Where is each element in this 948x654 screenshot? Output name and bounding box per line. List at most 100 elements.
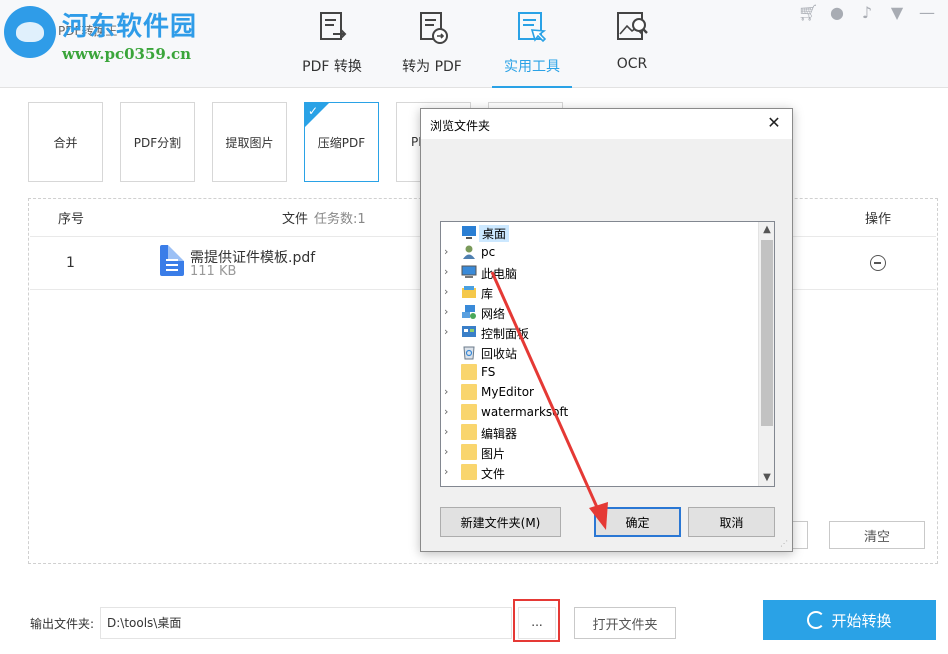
tree-item-myeditor[interactable]: › MyEditor bbox=[441, 382, 759, 402]
tree-item-control-panel[interactable]: › 控制面板 bbox=[441, 322, 759, 342]
tree-item-pictures[interactable]: › 图片 bbox=[441, 442, 759, 462]
watermark-logo: PDF转换王 河东软件园 www.pc0359.cn bbox=[4, 4, 204, 68]
file-size: 111 KB bbox=[190, 264, 237, 279]
tree-item-label: MyEditor bbox=[481, 385, 534, 399]
tab-tools-label: 实用工具 bbox=[504, 59, 560, 75]
tree-item-pc-user[interactable]: › pc bbox=[441, 242, 759, 262]
tree-item-label: 回收站 bbox=[481, 347, 518, 361]
header-action: 操作 bbox=[865, 212, 892, 227]
tree-item-this-pc[interactable]: › 此电脑 bbox=[441, 262, 759, 282]
cart-icon[interactable]: 🛒︎ bbox=[798, 4, 818, 22]
chevron-right-icon[interactable]: › bbox=[444, 465, 454, 479]
dropdown-icon[interactable]: ▼ bbox=[888, 4, 906, 22]
ocr-icon bbox=[617, 12, 648, 40]
tree-item-fs[interactable]: FS bbox=[441, 362, 759, 382]
tab-to-pdf[interactable]: 转为 PDF bbox=[392, 0, 472, 88]
clear-button[interactable]: 清空 bbox=[829, 521, 925, 549]
open-folder-label: 打开文件夹 bbox=[592, 617, 658, 633]
tree-item-label: watermarksoft bbox=[481, 405, 569, 419]
output-folder-label: 输出文件夹: bbox=[30, 617, 95, 631]
resize-grip-icon[interactable]: ⋰ bbox=[780, 539, 790, 549]
chevron-right-icon[interactable]: › bbox=[444, 385, 454, 399]
ok-label: 确定 bbox=[625, 515, 650, 530]
tree-item-label: FS bbox=[481, 365, 496, 379]
top-toolbar: 🛒︎ ● ♪ ▼ — bbox=[798, 2, 936, 24]
tree-item-label: 控制面板 bbox=[481, 327, 530, 341]
user-icon[interactable]: ● bbox=[828, 4, 846, 22]
tool-merge-label: 合并 bbox=[53, 135, 78, 150]
bell-icon[interactable]: ♪ bbox=[858, 4, 876, 22]
chevron-right-icon[interactable]: › bbox=[444, 425, 454, 439]
start-convert-label: 开始转换 bbox=[831, 611, 892, 630]
sync-icon bbox=[807, 611, 826, 629]
watermark-title: 河东软件园 bbox=[62, 12, 198, 42]
library-icon bbox=[462, 286, 476, 298]
tab-ocr[interactable]: OCR bbox=[592, 0, 672, 88]
tree-item-label: 编辑器 bbox=[481, 427, 518, 441]
scrollbar-thumb[interactable] bbox=[761, 240, 773, 426]
browse-folder-dialog: 浏览文件夹 ✕ 桌面 › pc › 此电脑 › 库 › 网络 › 控制面板 回收… bbox=[420, 108, 793, 552]
logo-icon bbox=[4, 6, 56, 58]
tab-ocr-label: OCR bbox=[616, 56, 648, 72]
dialog-title: 浏览文件夹 bbox=[430, 119, 491, 133]
ok-button[interactable]: 确定 bbox=[594, 507, 681, 537]
chevron-right-icon[interactable]: › bbox=[444, 405, 454, 419]
chevron-right-icon[interactable]: › bbox=[444, 265, 454, 279]
output-path-field[interactable]: D:\tools\桌面 bbox=[100, 607, 512, 639]
folder-icon bbox=[461, 384, 477, 400]
annotation-highlight-box bbox=[513, 599, 560, 642]
remove-file-button[interactable] bbox=[870, 255, 886, 271]
dialog-titlebar[interactable]: 浏览文件夹 ✕ bbox=[421, 109, 792, 139]
tree-item-files[interactable]: › 文件 bbox=[441, 462, 759, 482]
new-folder-button[interactable]: 新建文件夹(M) bbox=[440, 507, 561, 537]
header-file: 文件 bbox=[282, 212, 309, 227]
tool-compress-pdf[interactable]: ✓ 压缩PDF bbox=[304, 102, 379, 182]
tree-scrollbar[interactable]: ▲ ▼ bbox=[758, 222, 774, 486]
app-header: PDF转换王 河东软件园 www.pc0359.cn PDF 转换 转为 PDF bbox=[0, 0, 948, 88]
folder-icon bbox=[461, 444, 477, 460]
chevron-right-icon[interactable]: › bbox=[444, 305, 454, 319]
tree-item-label: 此电脑 bbox=[481, 267, 518, 281]
header-index: 序号 bbox=[58, 212, 85, 227]
folder-icon bbox=[461, 424, 477, 440]
tab-tools[interactable]: 实用工具 bbox=[492, 0, 572, 88]
tree-item-watermarksoft[interactable]: › watermarksoft bbox=[441, 402, 759, 422]
chevron-right-icon[interactable]: › bbox=[444, 245, 454, 259]
tree-item-network[interactable]: › 网络 bbox=[441, 302, 759, 322]
tools-icon bbox=[518, 12, 547, 43]
tab-to-pdf-label: 转为 PDF bbox=[402, 59, 462, 75]
pdf-convert-icon bbox=[320, 12, 347, 40]
tree-item-label: 图片 bbox=[481, 447, 506, 461]
minimize-icon[interactable]: — bbox=[918, 4, 936, 22]
tree-item-editor[interactable]: › 编辑器 bbox=[441, 422, 759, 442]
tool-merge[interactable]: 合并 bbox=[28, 102, 103, 182]
tab-pdf-convert[interactable]: PDF 转换 bbox=[292, 0, 372, 88]
folder-tree: 桌面 › pc › 此电脑 › 库 › 网络 › 控制面板 回收站 FS › M… bbox=[440, 221, 775, 487]
tool-compress-pdf-label: 压缩PDF bbox=[317, 135, 366, 150]
open-folder-button[interactable]: 打开文件夹 bbox=[574, 607, 676, 639]
tree-item-label: pc bbox=[481, 245, 496, 259]
cancel-label: 取消 bbox=[719, 515, 744, 530]
tab-pdf-convert-label: PDF 转换 bbox=[302, 59, 362, 75]
chevron-right-icon[interactable]: › bbox=[444, 285, 454, 299]
cancel-button[interactable]: 取消 bbox=[688, 507, 775, 537]
scroll-down-icon[interactable]: ▼ bbox=[759, 470, 774, 486]
folder-icon bbox=[461, 364, 477, 380]
watermark-url: www.pc0359.cn bbox=[62, 45, 192, 63]
chevron-right-icon[interactable]: › bbox=[444, 445, 454, 459]
scroll-up-icon[interactable]: ▲ bbox=[759, 222, 774, 238]
folder-icon bbox=[461, 404, 477, 420]
close-icon[interactable]: ✕ bbox=[764, 113, 784, 133]
tree-item-recycle-bin[interactable]: 回收站 bbox=[441, 342, 759, 362]
computer-icon bbox=[461, 265, 477, 278]
start-convert-button[interactable]: 开始转换 bbox=[763, 600, 936, 640]
tree-item-label: 文件 bbox=[481, 467, 506, 481]
folder-icon bbox=[461, 464, 477, 480]
tree-item-label: 桌面 bbox=[479, 225, 510, 242]
recycle-bin-icon bbox=[463, 346, 475, 360]
chevron-right-icon[interactable]: › bbox=[444, 325, 454, 339]
tool-split[interactable]: PDF分割 bbox=[120, 102, 195, 182]
tree-item-desktop[interactable]: 桌面 bbox=[441, 222, 759, 242]
tool-extract-images[interactable]: 提取图片 bbox=[212, 102, 287, 182]
tree-item-library[interactable]: › 库 bbox=[441, 282, 759, 302]
